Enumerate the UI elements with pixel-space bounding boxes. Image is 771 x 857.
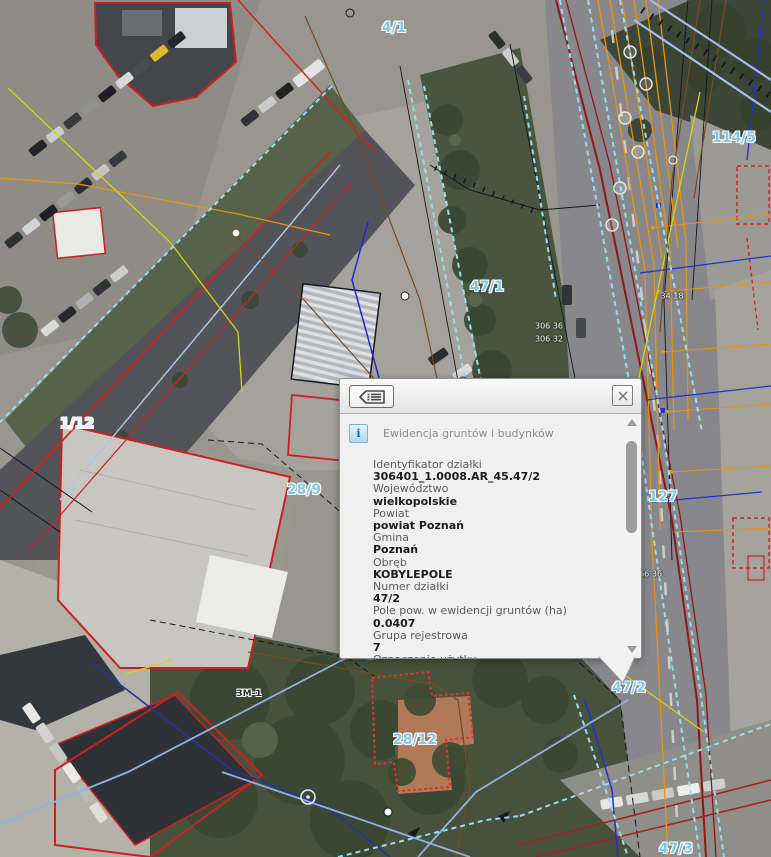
back-to-results-list-button[interactable] [349,385,394,408]
field-label: Oznaczenie użytku [373,654,603,658]
field-value: wielkopolskie [373,496,603,508]
layer-title: Ewidencja gruntów i budynków [383,427,554,440]
close-icon [617,390,629,402]
field-label: Pole pow. w ewidencji gruntów (ha) [373,605,603,617]
field-label: Grupa rejestrowa [373,630,603,642]
popup-body: i Ewidencja gruntów i budynków Identyfik… [340,414,641,658]
parcel-fields: Identyfikator działki306401_1.0008.AR_45… [373,459,603,658]
layer-title-row: i Ewidencja gruntów i budynków [349,424,641,443]
map-viewport[interactable]: 4/1114/547/11/1228/912747/228/1247/33M-1… [0,0,771,857]
results-list-icon [358,389,386,405]
close-button[interactable] [612,385,633,406]
arrow-down-icon [627,646,637,653]
scroll-down-button[interactable] [623,642,640,656]
field-value: Poznań [373,544,603,556]
field-label: Obręb [373,557,603,569]
field-label: Województwo [373,483,603,495]
popup-callout-tail [598,657,638,685]
field-value: 0.0407 [373,618,603,630]
scroll-up-button[interactable] [623,415,640,429]
field-label: Numer działki [373,581,603,593]
scrollbar-thumb[interactable] [626,441,637,533]
info-icon: i [349,424,368,443]
popup-header [340,379,641,414]
feature-info-popup: i Ewidencja gruntów i budynków Identyfik… [339,378,642,659]
popup-scrollbar[interactable] [623,415,640,656]
arrow-up-icon [627,419,637,426]
